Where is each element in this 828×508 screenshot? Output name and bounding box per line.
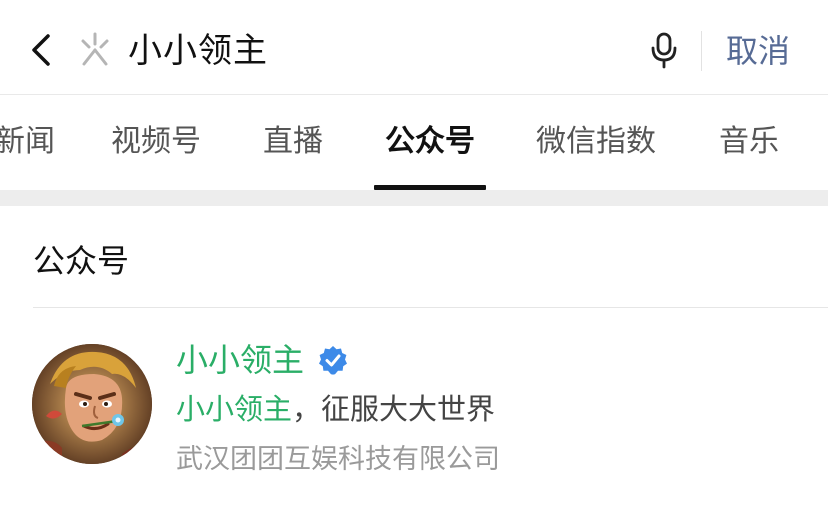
category-tabs: 新闻 视频号 直播 公众号 微信指数 音乐 [0,95,828,190]
search-input[interactable]: 小小领主 [128,26,268,76]
account-avatar[interactable] [32,344,152,464]
section-separator [0,190,828,206]
back-arrow-icon [32,34,50,66]
voice-input-button[interactable] [648,28,680,72]
tab-channels[interactable]: 视频号 [111,117,201,167]
wechat-search-logo-icon [76,30,114,70]
official-account-result[interactable]: 小小领主 小小领主，征服大大世界 武汉团团互娱科技有限公司 [0,308,828,508]
description-highlight: 小小领主 [176,392,293,426]
tab-official-accounts[interactable]: 公众号 [385,117,475,167]
section-title: 公众号 [33,242,130,280]
tab-news[interactable]: 新闻 [0,117,55,167]
search-bar-divider [701,31,702,71]
search-results-page: 小小领主 取消 新闻 视频号 直播 公众号 微信指数 音乐 公众号 小小领主 小… [0,0,828,508]
tab-music[interactable]: 音乐 [719,117,779,167]
account-name[interactable]: 小小领主 [176,336,304,384]
tab-wechat-index[interactable]: 微信指数 [536,117,656,167]
account-company: 武汉团团互娱科技有限公司 [176,444,500,475]
back-button[interactable] [26,28,62,72]
cancel-button[interactable]: 取消 [726,26,790,76]
microphone-icon [651,32,677,69]
tab-live[interactable]: 直播 [263,117,323,167]
description-text: ，征服大大世界 [292,392,496,426]
verified-badge-icon [318,345,348,375]
account-description: 小小领主，征服大大世界 [176,386,495,432]
search-bar: 小小领主 取消 [0,0,828,95]
